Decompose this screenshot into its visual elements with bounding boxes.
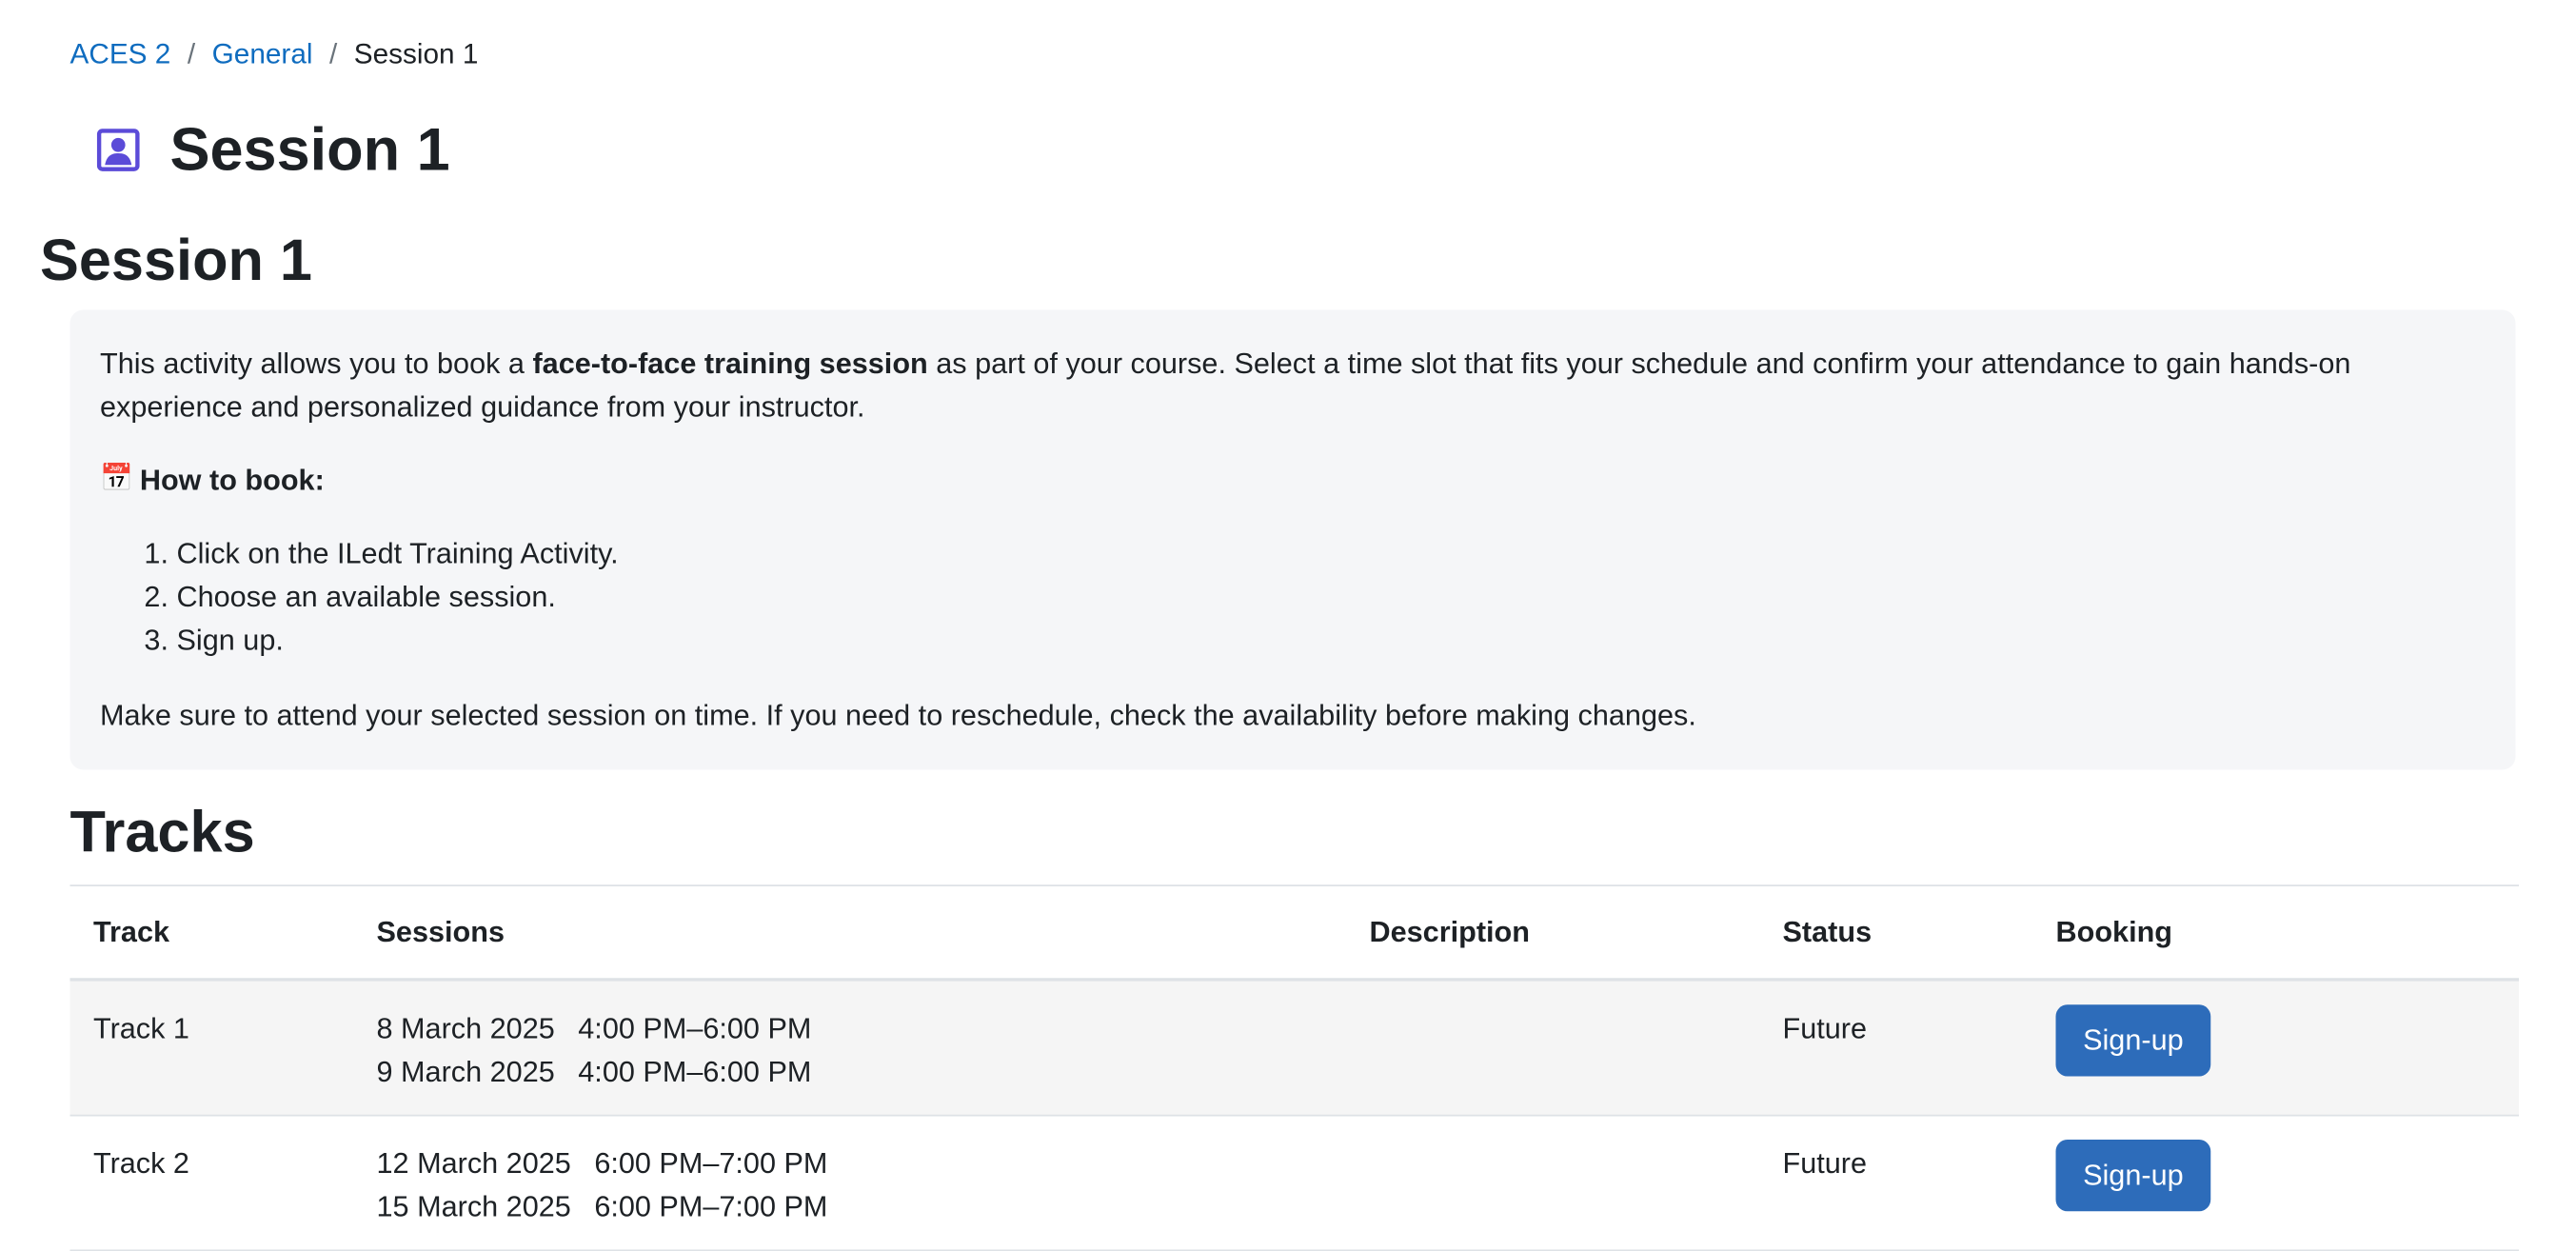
column-header-track: Track: [70, 915, 354, 950]
track-status: Future: [1759, 982, 2032, 1115]
intro-text-start: This activity allows you to book a: [100, 347, 532, 380]
booking-step: Click on the ILedt Training Activity.: [177, 531, 2487, 575]
session-date: 9 March 2025: [377, 1050, 555, 1094]
breadcrumb-separator: /: [188, 37, 195, 74]
track-booking: Sign-up: [2032, 1117, 2519, 1250]
closing-paragraph: Make sure to attend your selected sessio…: [100, 693, 2486, 737]
column-header-booking: Booking: [2032, 915, 2519, 950]
track-description: [1346, 982, 1759, 1115]
booking-step: Choose an available session.: [177, 575, 2487, 619]
activity-description: This activity allows you to book a face-…: [70, 310, 2516, 770]
sign-up-button-track-2[interactable]: Sign-up: [2056, 1140, 2211, 1211]
session-date: 15 March 2025: [377, 1184, 571, 1228]
breadcrumb: ACES 2 / General / Session 1: [70, 37, 479, 74]
how-to-book-heading: 📅 How to book:: [100, 458, 2486, 502]
how-to-book-label: How to book:: [140, 458, 325, 502]
track-sessions: 8 March 2025 4:00 PM–6:00 PM 9 March 2025…: [353, 982, 1346, 1115]
track-name: Track 1: [70, 982, 354, 1115]
column-header-status: Status: [1759, 915, 2032, 950]
activity-title: Session 1: [40, 225, 312, 298]
session-time: 4:00 PM–6:00 PM: [578, 1050, 811, 1094]
intro-bold-text: face-to-face training session: [532, 347, 927, 380]
page: ACES 2 / General / Session 1 Session 1 S…: [0, 0, 2576, 1233]
page-title: Session 1: [170, 113, 450, 187]
table-row: Track 2 12 March 2025 6:00 PM–7:00 PM 15 …: [70, 1117, 2520, 1251]
booking-step: Sign up.: [177, 618, 2487, 662]
breadcrumb-link-general[interactable]: General: [212, 37, 313, 74]
tracks-table: Track Sessions Description Status Bookin…: [70, 884, 2520, 1251]
table-header-row: Track Sessions Description Status Bookin…: [70, 886, 2520, 982]
track-name: Track 2: [70, 1117, 354, 1250]
breadcrumb-separator: /: [329, 37, 337, 74]
sign-up-button-track-1[interactable]: Sign-up: [2056, 1004, 2211, 1076]
track-description: [1346, 1117, 1759, 1250]
column-header-description: Description: [1346, 915, 1759, 950]
track-status: Future: [1759, 1117, 2032, 1250]
session-line: 8 March 2025 4:00 PM–6:00 PM: [377, 1006, 1347, 1050]
booking-steps-list: Click on the ILedt Training Activity. Ch…: [100, 531, 2486, 662]
page-header: Session 1: [97, 113, 450, 187]
track-booking: Sign-up: [2032, 982, 2519, 1115]
calendar-icon: 📅: [100, 458, 133, 502]
track-sessions: 12 March 2025 6:00 PM–7:00 PM 15 March 20…: [353, 1117, 1346, 1250]
session-date: 8 March 2025: [377, 1006, 555, 1050]
tracks-heading: Tracks: [70, 797, 255, 870]
column-header-sessions: Sessions: [353, 915, 1346, 950]
session-time: 6:00 PM–7:00 PM: [594, 1184, 827, 1228]
session-line: 12 March 2025 6:00 PM–7:00 PM: [377, 1142, 1347, 1185]
session-time: 4:00 PM–6:00 PM: [578, 1006, 811, 1050]
intro-paragraph: This activity allows you to book a face-…: [100, 342, 2441, 428]
session-line: 15 March 2025 6:00 PM–7:00 PM: [377, 1184, 1347, 1228]
table-row: Track 1 8 March 2025 4:00 PM–6:00 PM 9 Ma…: [70, 982, 2520, 1117]
breadcrumb-link-course[interactable]: ACES 2: [70, 37, 171, 74]
session-date: 12 March 2025: [377, 1142, 571, 1185]
session-line: 9 March 2025 4:00 PM–6:00 PM: [377, 1050, 1347, 1094]
breadcrumb-current: Session 1: [354, 37, 479, 74]
session-time: 6:00 PM–7:00 PM: [594, 1142, 827, 1185]
user-portrait-icon: [97, 129, 141, 172]
